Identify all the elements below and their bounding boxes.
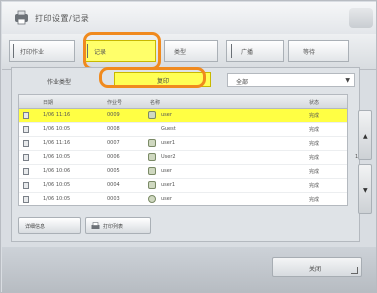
row-status: 完成 bbox=[309, 141, 320, 147]
header-corner-button[interactable] bbox=[349, 8, 373, 28]
table-row[interactable]: 1/06 11:16 0007 user1 完成 bbox=[19, 137, 347, 151]
document-icon bbox=[23, 182, 29, 189]
row-status: 完成 bbox=[309, 113, 320, 119]
row-status: 完成 bbox=[309, 197, 320, 203]
row-date: 1/06 10:05 bbox=[43, 154, 71, 160]
row-date: 1/06 10:05 bbox=[43, 126, 71, 132]
filter-dropdown[interactable]: 全部 ▼ bbox=[227, 73, 355, 87]
globe-icon bbox=[148, 195, 156, 203]
row-name: User2 bbox=[161, 154, 176, 160]
tab-divider bbox=[13, 44, 16, 58]
tab-label: 广播 bbox=[241, 49, 254, 56]
user-icon bbox=[148, 111, 156, 119]
row-name: user bbox=[161, 196, 172, 202]
row-status: 完成 bbox=[309, 183, 320, 189]
document-icon bbox=[23, 154, 29, 161]
row-number: 0007 bbox=[107, 140, 120, 146]
chevron-up-icon: ▲ bbox=[363, 133, 368, 140]
scrollbar: ▲ ▼ bbox=[358, 110, 372, 214]
tab-broadcast[interactable]: 广播 bbox=[226, 40, 284, 62]
row-date: 1/06 10:05 bbox=[43, 182, 71, 188]
tab-row: 打印作业 记录 类型 广播 等待 bbox=[2, 34, 376, 70]
column-header-date: 日期 bbox=[43, 100, 54, 106]
row-name: user bbox=[161, 112, 172, 118]
chevron-down-icon: ▼ bbox=[363, 187, 368, 194]
printer-icon bbox=[15, 10, 28, 25]
user-icon bbox=[148, 139, 156, 147]
user-icon bbox=[148, 153, 156, 161]
close-button[interactable]: 关闭 bbox=[272, 257, 362, 277]
row-number: 0003 bbox=[107, 196, 120, 202]
print-list-button[interactable]: 打印列表 bbox=[85, 217, 151, 234]
row-date: 1/06 11:16 bbox=[43, 140, 71, 146]
tab-print-jobs[interactable]: 打印作业 bbox=[9, 40, 75, 62]
row-date: 1/06 10:06 bbox=[43, 168, 71, 174]
row-date: 1/06 11:16 bbox=[43, 112, 71, 118]
tab-label: 等待 bbox=[303, 49, 316, 56]
table-row[interactable]: 1/06 10:05 0003 user 完成 bbox=[19, 193, 347, 207]
scroll-down-button[interactable]: ▼ bbox=[358, 164, 372, 214]
table-header: 日期 作业号 名称 状态 bbox=[19, 95, 347, 109]
row-number: 0005 bbox=[107, 168, 120, 174]
chevron-down-icon: ▼ bbox=[345, 77, 350, 84]
details-button[interactable]: 详细信息 bbox=[18, 217, 81, 234]
table-row[interactable]: 1/06 10:05 0006 User2 完成 bbox=[19, 151, 347, 165]
document-icon bbox=[23, 126, 29, 133]
tab-label: 类型 bbox=[174, 49, 187, 56]
user-icon bbox=[148, 181, 156, 189]
filter-label: 作业类型 bbox=[47, 79, 72, 86]
table-row[interactable]: 1/06 10:05 0008 Guest 完成 bbox=[19, 123, 347, 137]
page-title: 打印设置/记录 bbox=[35, 14, 90, 23]
tab-divider bbox=[231, 44, 234, 58]
row-status: 完成 bbox=[309, 127, 320, 133]
filter-dropdown-value: 全部 bbox=[236, 79, 249, 86]
row-status: 完成 bbox=[309, 169, 320, 175]
print-list-button-label: 打印列表 bbox=[103, 224, 124, 230]
column-header-name: 名称 bbox=[150, 100, 161, 106]
row-name: user bbox=[161, 168, 172, 174]
scroll-up-button[interactable]: ▲ bbox=[358, 110, 372, 160]
highlight-ring-filter bbox=[99, 67, 206, 88]
details-button-label: 详细信息 bbox=[25, 224, 46, 230]
table-row[interactable]: 1/06 10:06 0005 user 完成 bbox=[19, 165, 347, 179]
row-name: Guest bbox=[161, 126, 176, 132]
highlight-ring-tab bbox=[83, 32, 161, 70]
tab-waiting[interactable]: 等待 bbox=[288, 40, 349, 62]
document-icon bbox=[23, 112, 29, 119]
row-number: 0006 bbox=[107, 154, 120, 160]
corner-mark-icon bbox=[351, 267, 358, 274]
tab-label: 打印作业 bbox=[20, 49, 45, 56]
user-icon bbox=[148, 167, 156, 175]
column-header-status: 状态 bbox=[309, 100, 320, 106]
row-name: user1 bbox=[161, 140, 176, 146]
row-number: 0004 bbox=[107, 182, 120, 188]
footer: 关闭 bbox=[2, 247, 376, 292]
document-icon bbox=[23, 140, 29, 147]
table-row[interactable]: 1/06 11:16 0009 user 完成 bbox=[19, 109, 347, 123]
header: 打印设置/记录 bbox=[2, 2, 376, 34]
job-log-table: 日期 作业号 名称 状态 1/06 11:16 0009 user 完成 1/0… bbox=[18, 94, 348, 206]
document-icon bbox=[23, 196, 29, 203]
row-name: user1 bbox=[161, 182, 176, 188]
tab-type[interactable]: 类型 bbox=[164, 40, 218, 62]
row-date: 1/06 10:05 bbox=[43, 196, 71, 202]
close-button-label: 关闭 bbox=[309, 266, 322, 273]
row-status: 完成 bbox=[309, 155, 320, 161]
row-number: 0008 bbox=[107, 126, 120, 132]
column-header-number: 作业号 bbox=[107, 100, 123, 106]
print-icon bbox=[91, 222, 100, 229]
screen: 打印设置/记录 打印作业 记录 类型 广播 等待 作业类型 复印 全部 ▼ 日期… bbox=[0, 0, 377, 293]
document-icon bbox=[23, 168, 29, 175]
row-number: 0009 bbox=[107, 112, 120, 118]
table-row[interactable]: 1/06 10:05 0004 user1 完成 bbox=[19, 179, 347, 193]
